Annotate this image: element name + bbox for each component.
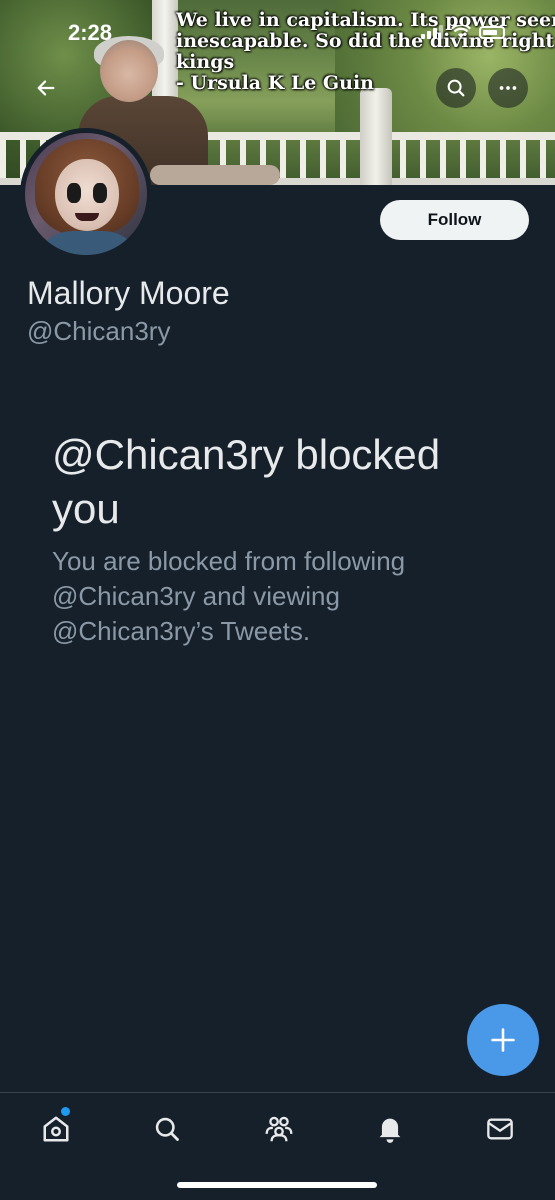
blocked-description: You are blocked from following @Chican3r… <box>52 546 406 646</box>
profile-screen: We live in capitalism. Its power seems i… <box>0 0 555 1200</box>
home-indicator <box>177 1182 377 1188</box>
communities-icon <box>265 1116 293 1142</box>
profile-display-name: Mallory Moore <box>27 275 230 311</box>
profile-handle: @Chican3ry <box>27 316 171 346</box>
tab-messages[interactable] <box>472 1105 528 1153</box>
arrow-left-icon <box>37 80 55 96</box>
home-icon <box>43 1116 69 1142</box>
cellular-signal-icon <box>421 25 443 39</box>
more-horizontal-icon <box>499 86 517 90</box>
follow-button[interactable]: Follow <box>380 200 529 240</box>
compose-tweet-button[interactable] <box>467 1004 539 1076</box>
tab-communities[interactable] <box>251 1105 307 1153</box>
profile-avatar[interactable] <box>20 128 152 260</box>
bell-icon <box>379 1118 401 1143</box>
home-badge-dot <box>61 1107 70 1116</box>
status-time: 2:28 <box>68 20 113 45</box>
battery-icon <box>479 25 505 39</box>
more-options-button[interactable] <box>488 68 528 108</box>
search-icon <box>155 1117 179 1141</box>
blocked-title: @Chican3ry blocked you <box>52 431 441 532</box>
tab-notifications[interactable] <box>362 1105 418 1153</box>
plus-icon <box>491 1028 515 1052</box>
tab-search[interactable] <box>139 1105 195 1153</box>
wifi-icon <box>451 25 471 38</box>
search-button[interactable] <box>436 68 476 108</box>
status-icons <box>421 24 505 40</box>
search-icon <box>447 79 465 97</box>
envelope-icon <box>487 1118 513 1140</box>
tab-home[interactable] <box>28 1105 84 1153</box>
back-button[interactable] <box>26 68 66 108</box>
